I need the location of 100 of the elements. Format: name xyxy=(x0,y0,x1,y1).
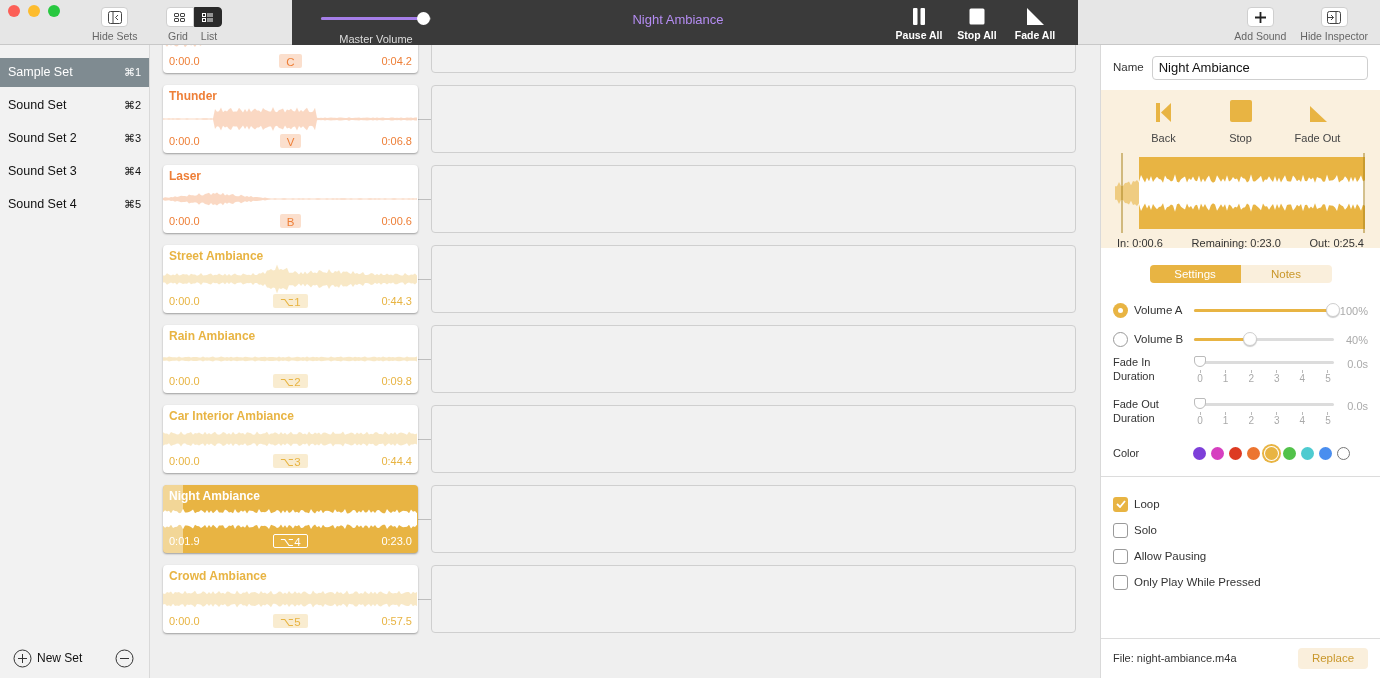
shortcut-key: ⌥2 xyxy=(273,373,308,388)
new-set-button[interactable]: New Set xyxy=(13,648,83,668)
fade-reading: 0.0s xyxy=(1347,399,1368,415)
color-swatch[interactable] xyxy=(1319,446,1332,460)
hide-sets-button[interactable] xyxy=(101,7,129,27)
shortcut-key: ⌥5 xyxy=(273,613,308,628)
tick-label: 2 xyxy=(1248,415,1254,428)
sound-card[interactable]: 0:00.0 C 0:04.2 xyxy=(163,45,418,73)
tick-label: 0 xyxy=(1197,373,1203,386)
checkbox[interactable] xyxy=(1113,522,1128,538)
fade-icon xyxy=(1026,8,1044,25)
stop-all-button[interactable]: Stop All xyxy=(952,8,1002,44)
checkbox-label: Solo xyxy=(1134,522,1158,538)
radio-button[interactable] xyxy=(1113,303,1128,319)
shortcut-key: ⌥1 xyxy=(273,293,308,308)
end-time: 0:00.6 xyxy=(380,213,412,229)
color-swatch[interactable] xyxy=(1265,446,1278,460)
window-title: Night Ambiance xyxy=(632,11,724,29)
window-control[interactable] xyxy=(8,5,20,17)
fade-out-button[interactable]: Fade Out xyxy=(1287,100,1348,147)
tick-label: 0 xyxy=(1197,415,1203,428)
list-icon xyxy=(202,12,214,22)
volume-reading: 40% xyxy=(1345,332,1368,348)
remove-set-button[interactable] xyxy=(115,648,134,668)
list-view-button[interactable] xyxy=(193,7,222,27)
checkbox[interactable] xyxy=(1113,548,1128,564)
stop-button[interactable]: Stop xyxy=(1210,100,1271,147)
tick-label: 5 xyxy=(1325,415,1331,428)
start-time: 0:00.0 xyxy=(169,133,201,149)
sidebar-item[interactable]: Sound Set 4 ⌘5 xyxy=(0,190,149,219)
check-icon xyxy=(1115,500,1126,509)
pause-icon xyxy=(911,8,927,25)
sound-title: Crowd Ambiance xyxy=(169,569,267,583)
shortcut-key: ⌥4 xyxy=(273,533,308,548)
start-time: 0:00.0 xyxy=(169,613,201,629)
back-button[interactable]: Back xyxy=(1133,100,1194,147)
name-field[interactable]: Night Ambiance xyxy=(1151,55,1368,80)
pause-all-button[interactable]: Pause All xyxy=(894,8,944,44)
color-swatch[interactable] xyxy=(1247,446,1260,460)
toolbar-label: Hide Sets xyxy=(92,29,138,44)
add-sound-button[interactable]: Add Sound xyxy=(1232,7,1289,45)
volume-label: Volume B xyxy=(1134,332,1185,348)
start-time: 0:00.0 xyxy=(169,373,201,389)
radio-button[interactable] xyxy=(1113,332,1128,348)
sidebar-icon xyxy=(107,10,122,24)
checkbox[interactable] xyxy=(1113,574,1128,590)
remaining-time-label: Remaining: 0:23.0 xyxy=(1191,235,1281,251)
tick-label: 2 xyxy=(1248,373,1254,386)
end-time: 0:57.5 xyxy=(380,613,412,629)
sound-title: Thunder xyxy=(169,89,217,103)
fade-reading: 0.0s xyxy=(1347,357,1368,373)
slider-thumb[interactable] xyxy=(1325,303,1340,318)
window-control[interactable] xyxy=(28,5,40,17)
slider-thumb[interactable] xyxy=(1243,332,1257,347)
sidebar-item[interactable]: Sample Set ⌘1 xyxy=(0,58,149,87)
color-swatch[interactable] xyxy=(1211,446,1224,460)
tick-label: 4 xyxy=(1299,415,1306,428)
slider-thumb[interactable] xyxy=(1194,356,1206,368)
tick-label: 3 xyxy=(1274,415,1280,428)
sidebar-item[interactable]: Sound Set ⌘2 xyxy=(0,91,149,120)
toolbar-label: List xyxy=(199,29,219,44)
end-time: 0:23.0 xyxy=(380,533,412,549)
shortcut-key: B xyxy=(279,213,302,228)
slider-thumb[interactable] xyxy=(1194,398,1206,410)
start-time: 0:00.0 xyxy=(169,293,201,309)
checkbox-label: Allow Pausing xyxy=(1134,548,1207,564)
color-swatch[interactable] xyxy=(1283,446,1296,460)
hide-inspector-button[interactable]: Hide Inspector xyxy=(1298,7,1370,45)
tick-label: 1 xyxy=(1222,373,1229,386)
sidebar-item[interactable]: Sound Set 3 ⌘4 xyxy=(0,157,149,186)
fade-all-button[interactable]: Fade All xyxy=(1010,8,1060,44)
sound-title: Car Interior Ambiance xyxy=(169,409,294,423)
volume-label: Volume A xyxy=(1133,303,1184,319)
in-point-label: In: 0:00.6 xyxy=(1117,235,1163,251)
sound-title: Laser xyxy=(169,169,202,183)
skip-back-icon xyxy=(1156,103,1171,123)
end-time: 0:09.8 xyxy=(380,373,412,389)
grid-view-button[interactable] xyxy=(165,7,194,27)
sidebar-icon xyxy=(1327,10,1342,24)
toolbar-label: Grid xyxy=(167,29,189,44)
master-volume-label: Master Volume xyxy=(339,32,413,47)
checkbox-label: Only Play While Pressed xyxy=(1134,574,1261,590)
stop-icon xyxy=(1229,100,1252,123)
file-name: File: night-ambiance.m4a xyxy=(1113,651,1237,666)
start-time: 0:01.9 xyxy=(169,533,201,549)
sidebar-item[interactable]: Sound Set 2 ⌘3 xyxy=(0,124,149,153)
slider-thumb[interactable] xyxy=(417,11,431,25)
checkbox[interactable] xyxy=(1113,496,1128,512)
window-control[interactable] xyxy=(48,5,60,17)
sound-card[interactable]: Laser 0:00.0 B 0:00.6 xyxy=(163,165,418,233)
color-label: Color xyxy=(1113,446,1141,462)
end-time: 0:44.3 xyxy=(380,293,412,309)
end-time: 0:04.2 xyxy=(380,53,412,69)
color-swatch[interactable] xyxy=(1301,446,1314,460)
sound-card[interactable]: Thunder 0:00.0 V 0:06.8 xyxy=(163,85,418,153)
color-swatch[interactable] xyxy=(1229,446,1242,460)
color-swatch[interactable] xyxy=(1337,446,1350,460)
start-time: 0:00.0 xyxy=(169,213,201,229)
color-swatch[interactable] xyxy=(1193,446,1206,460)
end-time: 0:06.8 xyxy=(380,133,412,149)
